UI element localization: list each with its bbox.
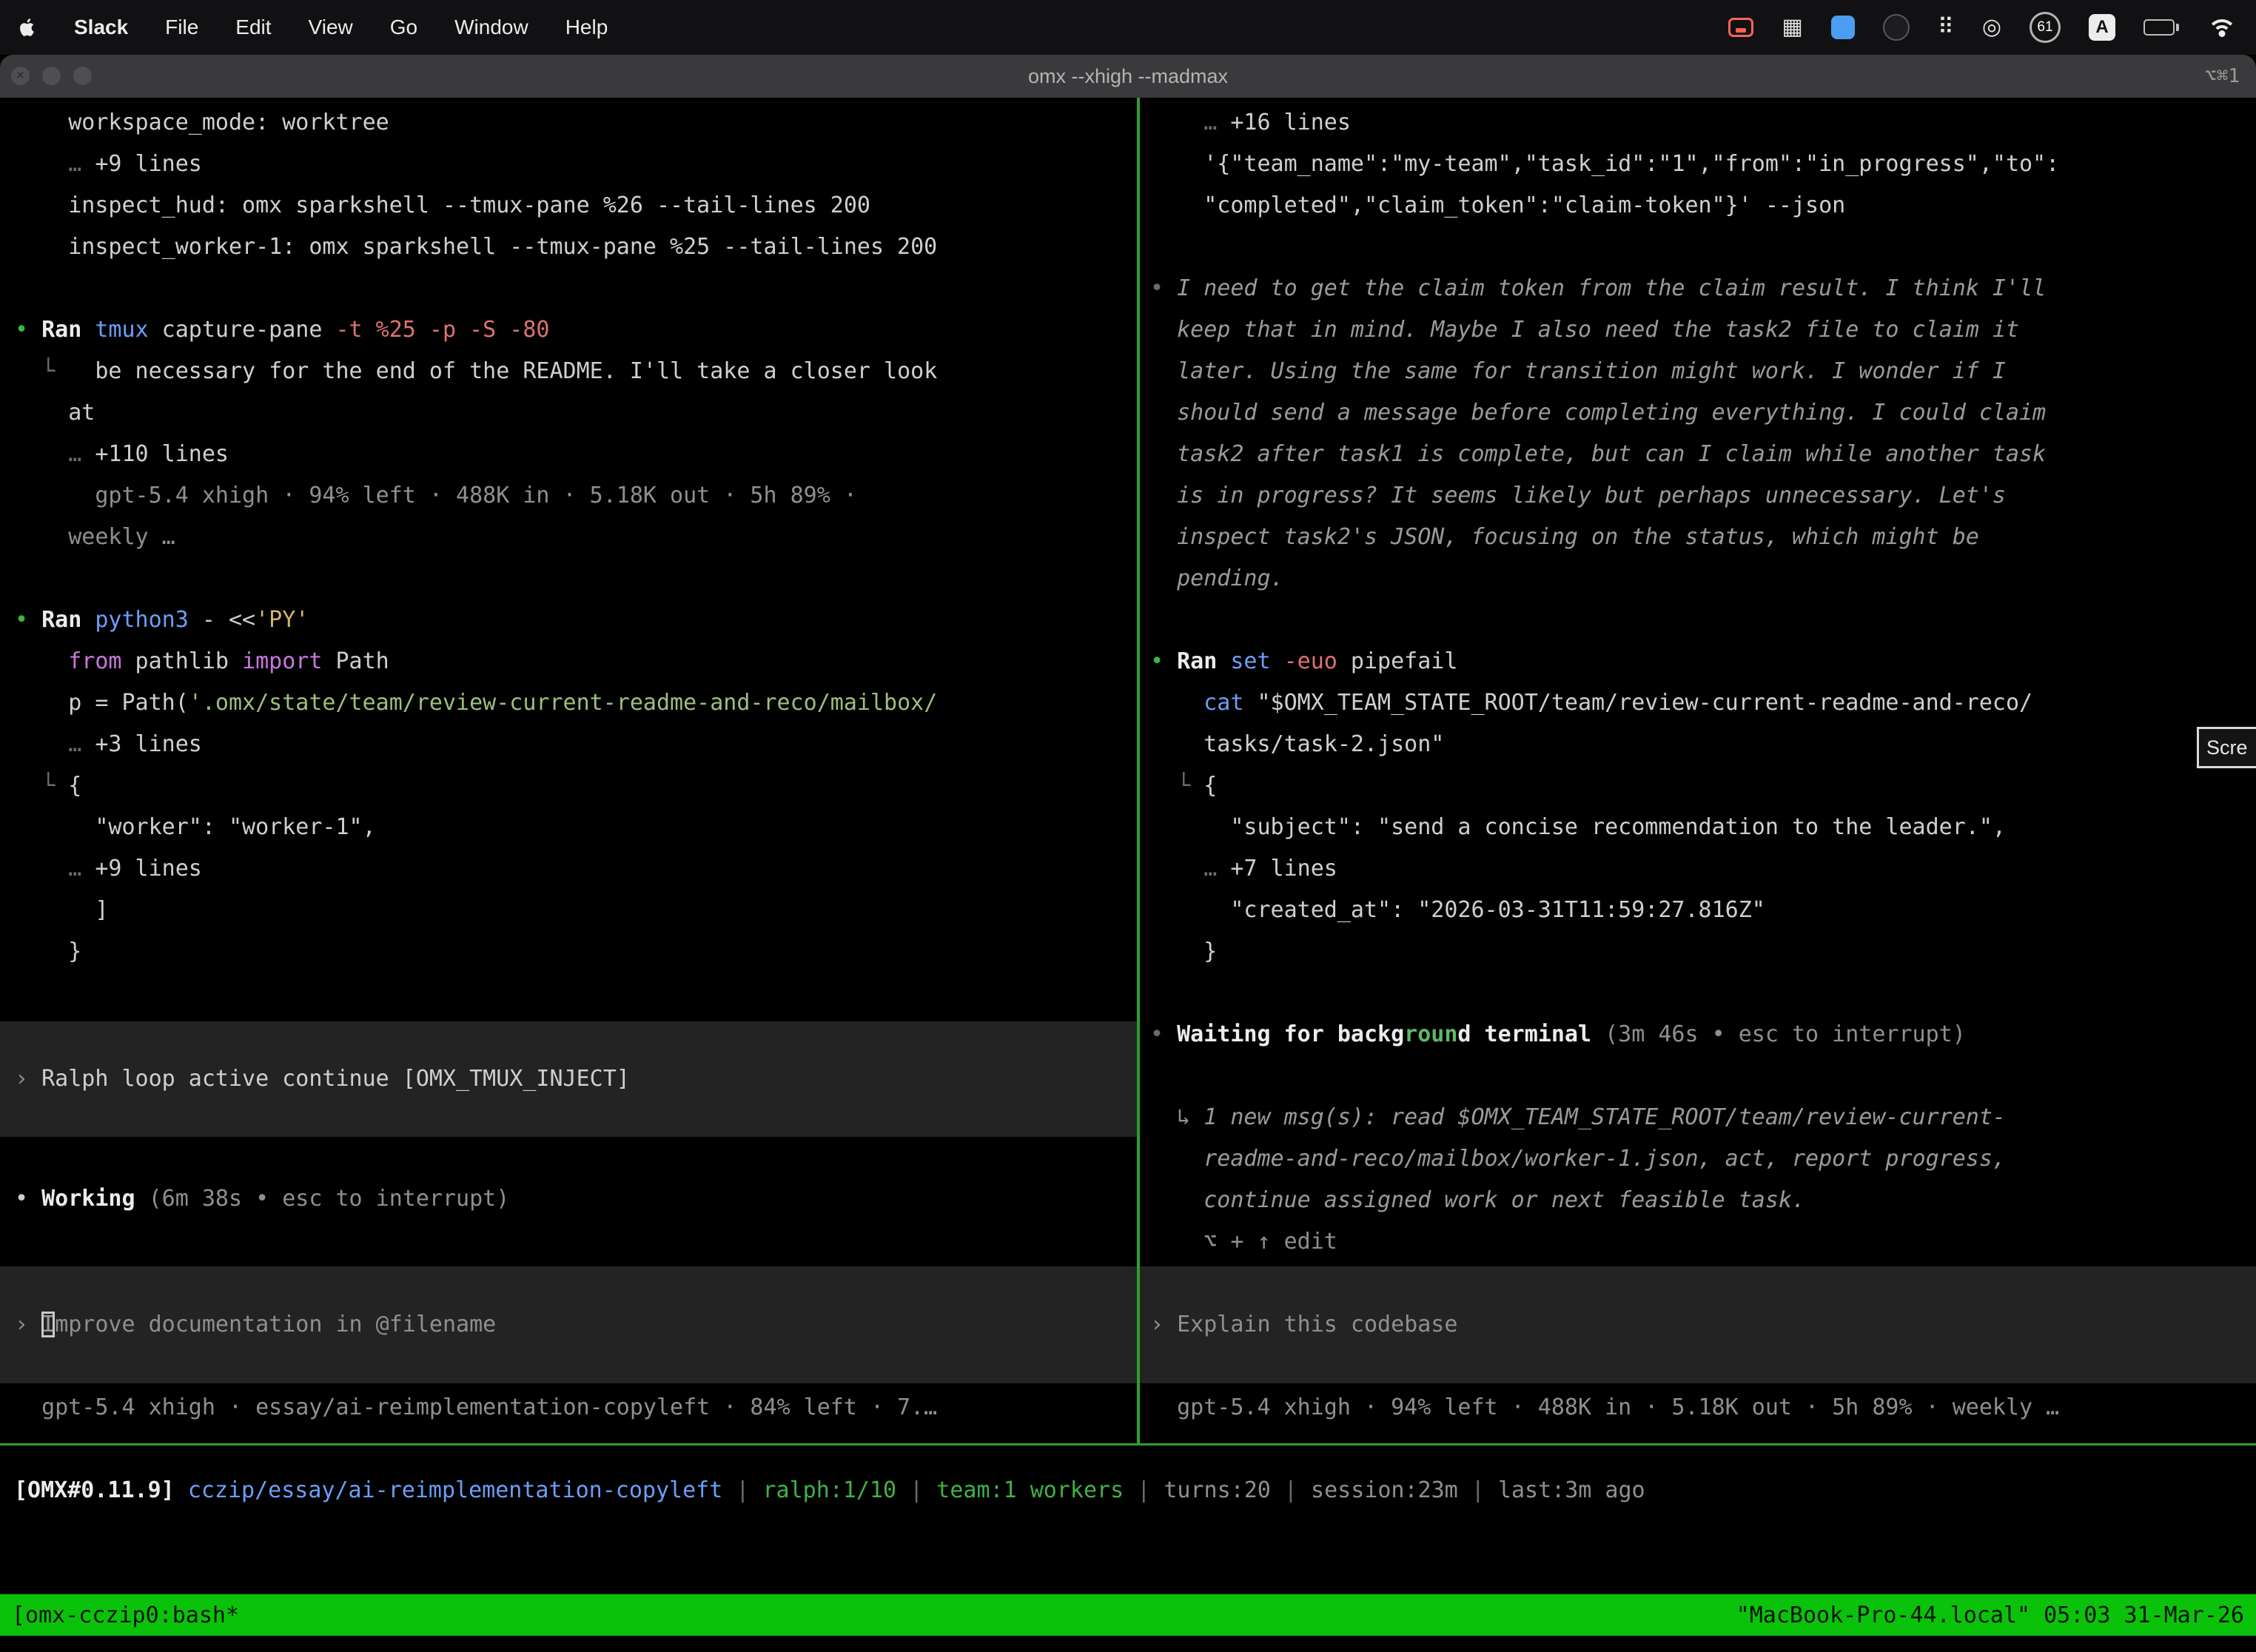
terminal-output-line: • Ran tmux capture-pane -t %25 -p -S -80 (15, 309, 1137, 351)
terminal-output-line: └ { (1150, 765, 2256, 807)
terminal-output-line: • Waiting for background terminal (3m 46… (1150, 1014, 2256, 1055)
dark-circle-app-icon[interactable] (1883, 14, 1910, 41)
tmux-pane-right[interactable]: … +16 lines '{"team_name":"my-team","tas… (1140, 98, 2256, 1443)
battery-percentage-value: 61 (2037, 19, 2052, 36)
terminal-output-line: … +9 lines (15, 848, 1137, 890)
terminal-output-line: └ { (15, 765, 1137, 807)
terminal-output-line: └ be necessary for the end of the README… (15, 351, 1137, 392)
terminal-output-line: "subject": "send a concise recommendatio… (1150, 807, 2256, 848)
wifi-icon[interactable] (2207, 16, 2237, 38)
left-pane-output: workspace_mode: worktree … +9 lines insp… (0, 102, 1137, 1014)
terminal-output-line: from pathlib import Path (15, 641, 1137, 682)
hub-icon[interactable]: ◎ (1982, 16, 2001, 38)
terminal-output-line: p = Path('.omx/state/team/review-current… (15, 682, 1137, 724)
terminal-output-line: gpt-5.4 xhigh · 94% left · 488K in · 5.1… (15, 475, 1137, 517)
battery-icon[interactable] (2143, 19, 2179, 36)
terminal-output-line: } (15, 931, 1137, 973)
terminal-output-line: "worker": "worker-1", (15, 807, 1137, 848)
terminal-output-line: … +3 lines (15, 724, 1137, 765)
window-title: omx --xhigh --madmax (0, 55, 2256, 98)
terminal-output-line: task2 after task1 is complete, but can I… (1150, 434, 2256, 475)
terminal-output-line: "completed","claim_token":"claim-token"}… (1150, 185, 2256, 226)
terminal-output-line: workspace_mode: worktree (15, 102, 1137, 144)
terminal-output-line: } (1150, 931, 2256, 973)
screen-share-popup-label: Scre (2206, 736, 2248, 759)
terminal-output-line: inspect task2's JSON, focusing on the st… (1150, 517, 2256, 558)
terminal-output-line: keep that in mind. Maybe I also need the… (1150, 309, 2256, 351)
blue-app-icon[interactable] (1831, 16, 1855, 39)
terminal-output-line: at (15, 392, 1137, 434)
model-status-right: gpt-5.4 xhigh · 94% left · 488K in · 5.1… (1140, 1387, 2256, 1428)
terminal-output-line: ⌥ + ↑ edit (1150, 1221, 2256, 1263)
terminal-output-line (1150, 973, 2256, 1014)
terminal-output-line: … +7 lines (1150, 848, 2256, 890)
terminal-output-line (15, 268, 1137, 309)
composer-input-left[interactable]: › Improve documentation in @filename (0, 1266, 1137, 1383)
omx-status-line: [OMX#0.11.9] cczip/essay/ai-reimplementa… (14, 1470, 2256, 1511)
working-status: • Working (6m 38s • esc to interrupt) (0, 1178, 1137, 1220)
terminal-output-line: … +110 lines (15, 434, 1137, 475)
terminal-output-line: '{"team_name":"my-team","task_id":"1","f… (1150, 144, 2256, 185)
terminal-output-line (1150, 226, 2256, 268)
terminal-output-line: inspect_hud: omx sparkshell --tmux-pane … (15, 185, 1137, 226)
model-status-line: gpt-5.4 xhigh · 94% left · 488K in · 5.1… (1150, 1387, 2256, 1428)
tmux-status-bar: [omx-cczip0:bash* "MacBook-Pro-44.local"… (0, 1594, 2256, 1636)
terminal-output-line: readme-and-reco/mailbox/worker-1.json, a… (1150, 1138, 2256, 1180)
composer-input-right[interactable]: › Explain this codebase (1140, 1266, 2256, 1383)
tmux-session-name: [omx-cczip0:bash* (12, 1602, 239, 1628)
omx-status-bar: [OMX#0.11.9] cczip/essay/ai-reimplementa… (0, 1470, 2256, 1511)
terminal-output-line: should send a message before completing … (1150, 392, 2256, 434)
composer-placeholder: › Improve documentation in @filename (15, 1304, 1137, 1346)
ralph-loop-banner: › Ralph loop active continue [OMX_TMUX_I… (0, 1021, 1137, 1137)
screen-recording-indicator-icon[interactable] (1728, 18, 1753, 37)
terminal-output-line: ↳ 1 new msg(s): read $OMX_TEAM_STATE_ROO… (1150, 1097, 2256, 1138)
terminal-output-line: cat "$OMX_TEAM_STATE_ROOT/team/review-cu… (1150, 682, 2256, 724)
input-source-icon[interactable]: A (2089, 14, 2115, 41)
terminal-output-line: "created_at": "2026-03-31T11:59:27.816Z" (1150, 890, 2256, 931)
terminal-output-line: • Ran set -euo pipefail (1150, 641, 2256, 682)
ralph-loop-message: › Ralph loop active continue [OMX_TMUX_I… (15, 1058, 1137, 1100)
terminal-output-line: weekly … (15, 517, 1137, 558)
apple-menu-icon[interactable] (19, 17, 37, 38)
terminal-output-line: later. Using the same for transition mig… (1150, 351, 2256, 392)
menu-item-window[interactable]: Window (454, 16, 528, 39)
terminal-output-line: ] (15, 890, 1137, 931)
terminal-output-line: pending. (1150, 558, 2256, 600)
menu-item-help[interactable]: Help (565, 16, 608, 39)
terminal-output-line: … +16 lines (1150, 102, 2256, 144)
grid-app-icon[interactable]: ▦ (1782, 16, 1802, 38)
terminal-output-line: continue assigned work or next feasible … (1150, 1180, 2256, 1221)
terminal-window: × omx --xhigh --madmax ⌥⌘1 workspace_mod… (0, 55, 2256, 1652)
screen-share-popup[interactable]: Scre (2197, 727, 2256, 768)
input-source-letter: A (2095, 17, 2108, 38)
tmux-host-clock: "MacBook-Pro-44.local" 05:03 31-Mar-26 (1736, 1602, 2244, 1628)
terminal-output-line: • I need to get the claim token from the… (1150, 268, 2256, 309)
battery-percentage-icon[interactable]: 61 (2030, 12, 2061, 43)
right-pane-output: … +16 lines '{"team_name":"my-team","tas… (1140, 102, 2256, 1263)
menu-item-view[interactable]: View (309, 16, 353, 39)
terminal-output-line: inspect_worker-1: omx sparkshell --tmux-… (15, 226, 1137, 268)
window-shortcut: ⌥⌘1 (2205, 55, 2240, 98)
menu-item-file[interactable]: File (165, 16, 198, 39)
window-title-bar[interactable]: × omx --xhigh --madmax ⌥⌘1 (0, 55, 2256, 98)
model-status-line: gpt-5.4 xhigh · essay/ai-reimplementatio… (15, 1387, 1137, 1428)
terminal-output-line: … +9 lines (15, 144, 1137, 185)
tmux-session: workspace_mode: worktree … +9 lines insp… (0, 98, 2256, 1446)
menu-app-name[interactable]: Slack (74, 16, 128, 39)
composer-placeholder: › Explain this codebase (1150, 1304, 2256, 1346)
terminal-output-line (15, 558, 1137, 600)
dots-grid-icon[interactable]: ⠿ (1938, 16, 1954, 38)
terminal-output-line: • Ran python3 - <<'PY' (15, 600, 1137, 641)
menu-bar: Slack File Edit View Go Window Help ▦ ⠿ … (0, 0, 2256, 55)
terminal-output-line: tasks/task-2.json" (1150, 724, 2256, 765)
terminal-output-line (1150, 1055, 2256, 1097)
model-status-left: gpt-5.4 xhigh · essay/ai-reimplementatio… (0, 1387, 1137, 1428)
terminal-output-line (15, 973, 1137, 1014)
tmux-pane-left[interactable]: workspace_mode: worktree … +9 lines insp… (0, 98, 1137, 1443)
terminal-output-line (1150, 600, 2256, 641)
terminal-output-line: is in progress? It seems likely but perh… (1150, 475, 2256, 517)
working-status-line: • Working (6m 38s • esc to interrupt) (15, 1178, 1137, 1220)
menu-item-edit[interactable]: Edit (235, 16, 271, 39)
menu-item-go[interactable]: Go (390, 16, 417, 39)
